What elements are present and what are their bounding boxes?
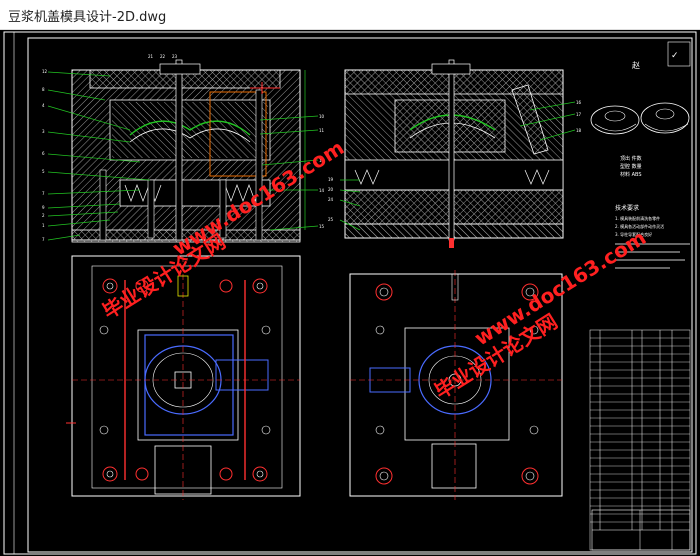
svg-text:12: 12 (42, 69, 48, 74)
svg-text:11: 11 (319, 128, 325, 133)
svg-text:22: 22 (160, 54, 166, 59)
svg-text:2: 2 (42, 213, 45, 218)
svg-text:4: 4 (42, 103, 45, 108)
section-view-right: 16 17 18 19 20 24 25 (328, 59, 582, 248)
svg-text:9: 9 (42, 205, 45, 210)
svg-text:5: 5 (42, 169, 45, 174)
plan-view-left (66, 255, 301, 500)
svg-text:3: 3 (42, 129, 45, 134)
svg-text:21: 21 (148, 54, 154, 59)
part-sketches: 赵 顶出 件数 型腔 数量 材料 ABS (590, 60, 690, 178)
svg-text:14: 14 (319, 188, 325, 193)
note-3: 材料 ABS (620, 171, 642, 178)
svg-text:24: 24 (328, 197, 334, 202)
svg-text:19: 19 (328, 177, 334, 182)
svg-text:17: 17 (576, 112, 582, 117)
svg-text:10: 10 (319, 114, 325, 119)
svg-text:7: 7 (42, 191, 45, 196)
svg-text:7: 7 (42, 237, 45, 242)
cad-canvas[interactable]: ✓ 12 8 4 3 6 5 7 9 2 1 7 10 11 13 14 15 … (0, 30, 700, 556)
note-2: 型腔 数量 (620, 163, 642, 170)
tech-title: 技术要求 (615, 204, 639, 212)
section-view-left: 1284 365 792 17 101113 1415 21 22 23 (42, 54, 325, 243)
svg-text:20: 20 (328, 187, 334, 192)
svg-text:✓: ✓ (671, 51, 679, 61)
note-1: 顶出 件数 (620, 155, 642, 162)
svg-text:6: 6 (42, 151, 45, 156)
svg-text:15: 15 (319, 224, 325, 229)
drawing-tag: 赵 (632, 60, 640, 70)
window-title: 豆浆机盖模具设计-2D.dwg (8, 10, 167, 25)
svg-text:23: 23 (172, 54, 178, 59)
svg-text:18: 18 (576, 128, 582, 133)
parts-list-rows (590, 337, 690, 523)
window-titlebar: 豆浆机盖模具设计-2D.dwg (0, 0, 700, 30)
svg-text:25: 25 (328, 217, 334, 222)
svg-text:1: 1 (42, 223, 45, 228)
svg-text:16: 16 (576, 100, 582, 105)
svg-text:8: 8 (42, 87, 45, 92)
tech-line-1: 1. 模具装配前清洗各零件 (615, 215, 660, 221)
